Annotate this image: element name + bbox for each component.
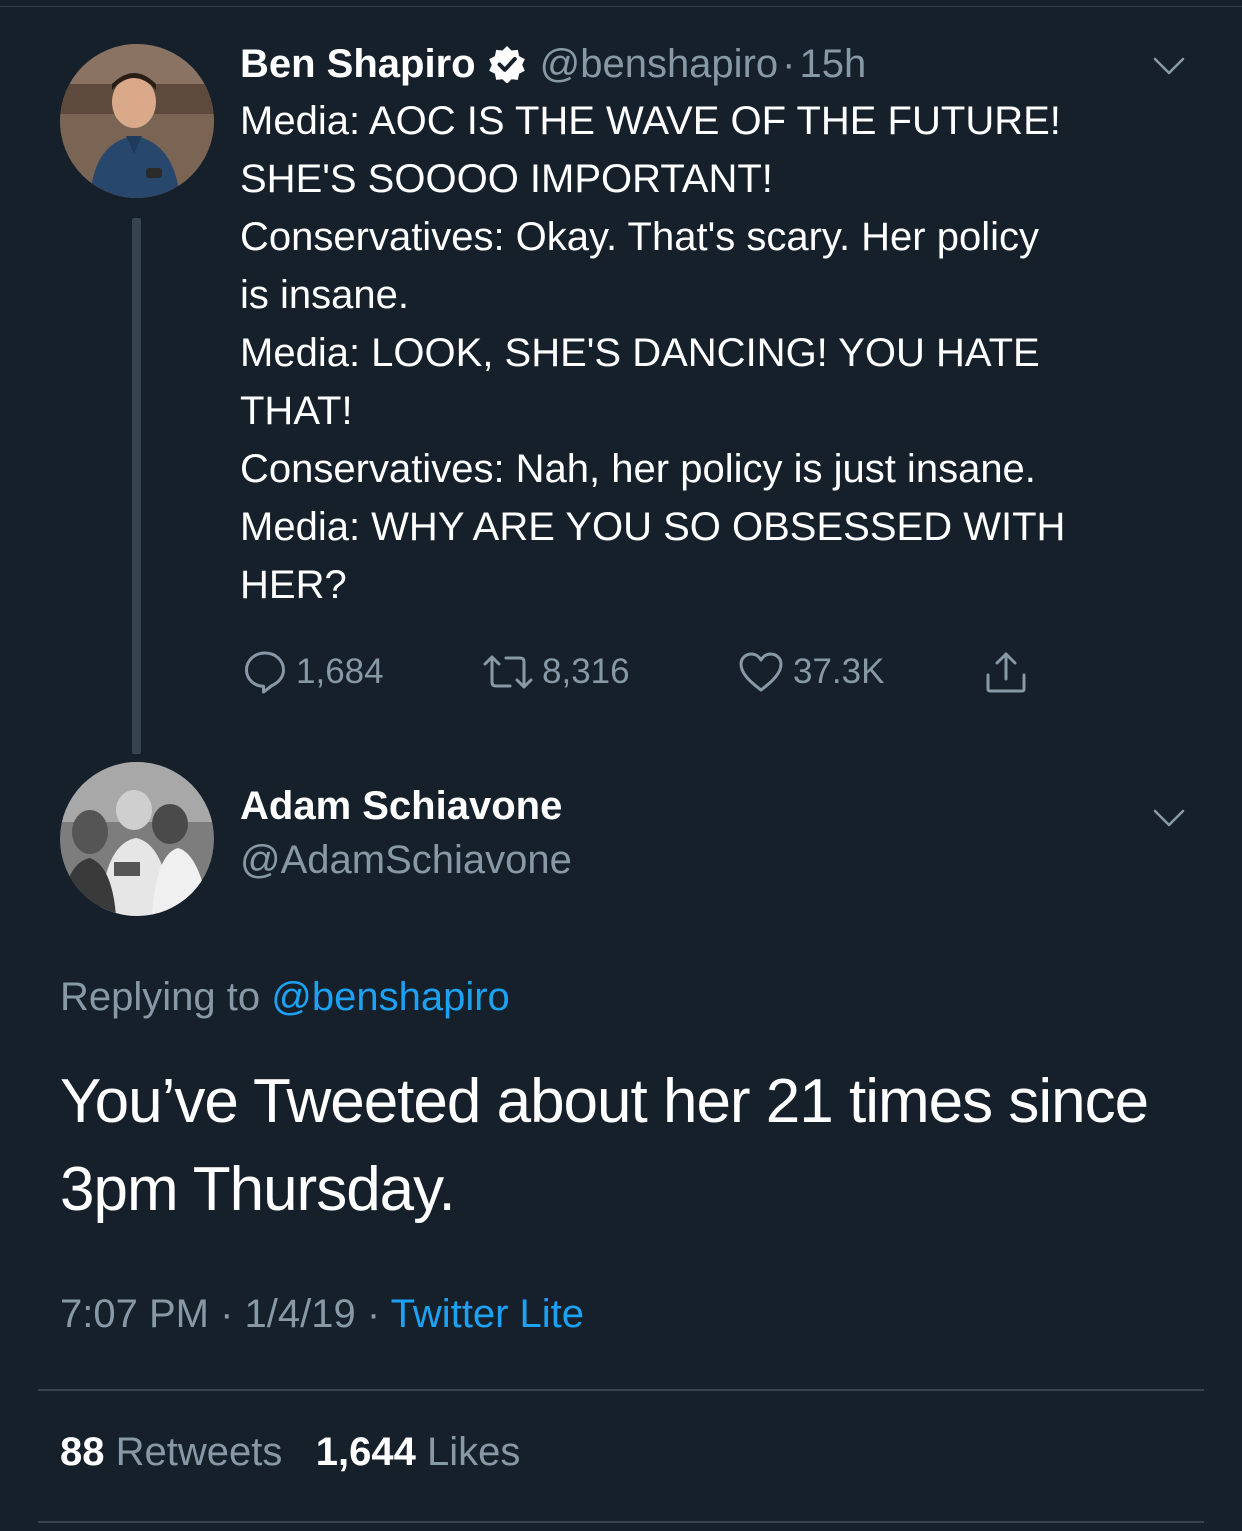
tweet-text-line: SHE'S SOOOO IMPORTANT! — [240, 157, 773, 201]
tweet-text-line: Conservatives: Okay. That's scary. Her p… — [240, 215, 1040, 259]
reply-author-handle[interactable]: @AdamSchiavone — [240, 838, 572, 883]
tweet-text-line: Media: LOOK, SHE'S DANCING! YOU HATE — [240, 331, 1040, 375]
chevron-down-icon[interactable] — [1153, 808, 1185, 828]
tweet-text-line: 3pm Thursday. — [60, 1155, 456, 1224]
tweet-text-line: You’ve Tweeted about her 21 times since — [60, 1067, 1149, 1136]
share-button[interactable] — [983, 644, 1037, 700]
tweet-time[interactable]: 15h — [799, 42, 866, 87]
retweets-label: Retweets — [115, 1430, 283, 1474]
tweet-text-line: Media: WHY ARE YOU SO OBSESSED WITH — [240, 505, 1066, 549]
parent-tweet-text: Media: AOC IS THE WAVE OF THE FUTURE! SH… — [240, 92, 1200, 614]
reply-count: 1,684 — [296, 652, 384, 691]
share-icon — [986, 652, 1026, 693]
thread-connector-line — [132, 218, 141, 754]
retweet-icon — [483, 655, 533, 689]
avatar-adam-schiavone[interactable] — [60, 762, 214, 916]
tweet-text-line: Conservatives: Nah, her policy is just i… — [240, 447, 1036, 491]
retweet-count: 88 — [60, 1430, 105, 1474]
replying-to-label: Replying to — [60, 975, 261, 1019]
reply-button[interactable]: 1,684 — [242, 644, 384, 700]
separator-dot: · — [366, 1292, 381, 1336]
reply-bubble-icon — [245, 651, 285, 694]
tweet-source-link[interactable]: Twitter Lite — [391, 1292, 584, 1336]
parent-tweet-header: Ben Shapiro @benshapiro · 15h — [240, 38, 866, 90]
like-count: 37.3K — [793, 652, 885, 691]
replying-to-line: Replying to @benshapiro — [60, 975, 510, 1020]
retweet-count: 8,316 — [542, 652, 630, 691]
retweet-button[interactable]: 8,316 — [482, 644, 630, 700]
tweet-text-line: THAT! — [240, 389, 353, 433]
author-handle[interactable]: @benshapiro — [540, 42, 779, 87]
heart-icon — [739, 652, 783, 692]
divider — [38, 1521, 1204, 1523]
tweet-text-line: Media: AOC IS THE WAVE OF THE FUTURE! — [240, 99, 1061, 143]
replying-to-mention[interactable]: @benshapiro — [271, 975, 510, 1019]
tweet-time[interactable]: 7:07 PM — [60, 1292, 209, 1336]
divider — [38, 1389, 1204, 1391]
engagement-stats: 88 Retweets 1,644 Likes — [60, 1430, 520, 1475]
tweet-timestamp-line: 7:07 PM · 1/4/19 · Twitter Lite — [60, 1292, 584, 1337]
tweet-date[interactable]: 1/4/19 — [245, 1292, 356, 1336]
likes-stat[interactable]: 1,644 Likes — [316, 1430, 521, 1474]
reply-tweet-text: You’ve Tweeted about her 21 times since … — [60, 1058, 1210, 1234]
avatar-ben-shapiro[interactable] — [60, 44, 214, 198]
tweet-action-bar: 1,684 8,316 37.3K — [240, 644, 1140, 700]
like-button[interactable]: 37.3K — [737, 644, 884, 700]
tweet-text-line: HER? — [240, 563, 347, 607]
separator-dot: · — [220, 1292, 234, 1336]
tweet-text-line: is insane. — [240, 273, 409, 317]
like-count: 1,644 — [315, 1430, 416, 1474]
likes-label: Likes — [426, 1430, 521, 1474]
chevron-down-icon[interactable] — [1153, 56, 1185, 76]
retweets-stat[interactable]: 88 Retweets — [60, 1430, 282, 1474]
verified-badge-icon — [488, 45, 526, 84]
top-border — [0, 6, 1242, 7]
separator-dot: · — [782, 41, 796, 86]
reply-author-name[interactable]: Adam Schiavone — [240, 784, 562, 829]
author-name[interactable]: Ben Shapiro — [240, 42, 476, 87]
